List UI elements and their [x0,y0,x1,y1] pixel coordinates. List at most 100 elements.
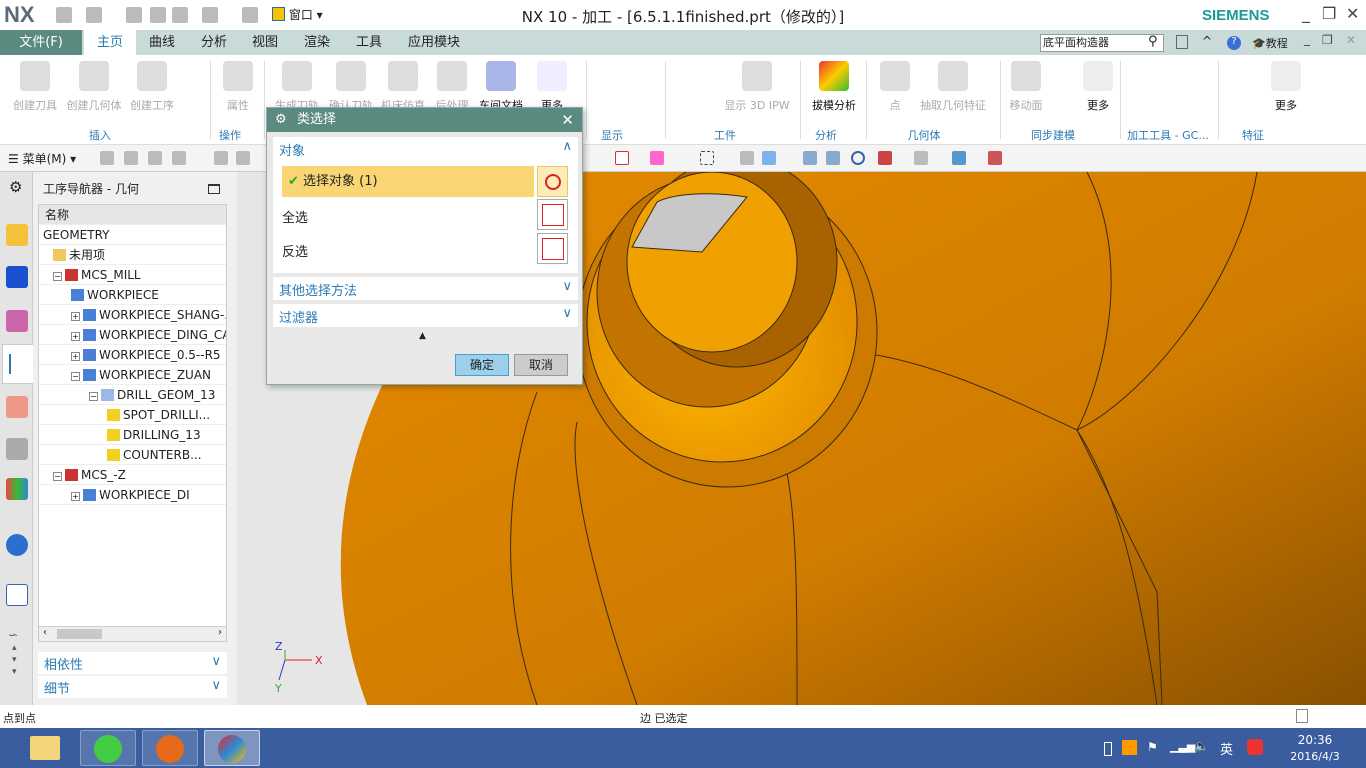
network-icon[interactable]: ▁▃▅ [1170,740,1195,753]
menu-button[interactable]: ☰ 菜单(M) ▾ [8,150,76,167]
tree-row[interactable]: − DRILL_GEOM_13 [39,385,226,405]
close-button[interactable]: ✕ [1346,4,1359,23]
tree-row[interactable]: − MCS_-Z [39,465,226,485]
doc-close-button[interactable]: ✕ [1346,33,1356,47]
tab-file[interactable]: 文件(F) [0,30,82,55]
action-center-icon[interactable]: ⚑ [1147,740,1158,754]
tab-application[interactable]: 应用模块 [404,30,464,55]
ok-button[interactable]: 确定 [455,354,509,376]
fullscreen-icon[interactable] [1176,35,1188,49]
tree-row[interactable]: + WORKPIECE_SHANG-... [39,305,226,325]
group-insert[interactable]: 插入 [60,127,140,143]
render-style-icon[interactable] [914,151,928,165]
doc-restore-button[interactable]: ❐ [1322,33,1333,47]
move-face-button[interactable]: 移动面 [1006,61,1046,113]
collapse-ribbon-icon[interactable]: ^ [1202,34,1212,48]
column-header-name[interactable]: 名称 [39,205,226,225]
orientation-icon[interactable] [952,151,966,165]
tab-home[interactable]: 主页 [84,30,136,55]
tree-row[interactable]: DRILLING_13 [39,425,226,445]
collapse-icon[interactable]: − [71,372,80,381]
collapse-icon[interactable]: − [53,272,62,281]
select-object-button[interactable] [537,166,568,197]
show-3d-ipw-button[interactable]: 显示 3D IPW [722,61,792,113]
rotate-icon[interactable] [851,151,865,165]
tab-analysis[interactable]: 分析 [194,30,234,55]
browser-360-icon[interactable] [80,730,136,766]
create-geometry-button[interactable]: 创建几何体 [64,61,124,113]
history-icon[interactable] [6,478,28,500]
group-geometry[interactable]: 几何体 [896,127,952,143]
restore-button[interactable]: ❐ [1322,4,1336,23]
expand-icon[interactable]: + [71,352,80,361]
rectangle-select-icon[interactable] [700,151,714,165]
section-header-object[interactable]: 对象 ∧ [273,137,578,162]
tab-view[interactable]: 视图 [245,30,285,55]
tree-row[interactable]: WORKPIECE [39,285,226,305]
expand-icon[interactable]: + [71,312,80,321]
doc-minimize-button[interactable]: _ [1304,32,1310,46]
generate-toolpath-button[interactable]: 生成刀轨 [272,61,322,113]
draft-analysis-button[interactable]: 拔模分析 [806,61,862,113]
create-tool-button[interactable]: 创建刀具 [10,61,60,113]
expand-icon[interactable]: + [71,332,80,341]
geometry-navigator-tab[interactable] [2,344,34,384]
tree-row[interactable]: + WORKPIECE_0.5--R5 [39,345,226,365]
tree-row[interactable]: + WORKPIECE_DI [39,485,226,505]
snap-icon[interactable] [236,151,250,165]
roles-icon[interactable]: ∽ [8,628,18,642]
tab-tools[interactable]: 工具 [349,30,389,55]
command-search-input[interactable]: 底平面构造器 [1040,34,1164,52]
expand-icon[interactable]: + [71,492,80,501]
snap-point-icon[interactable] [650,151,664,165]
group-operations[interactable]: 操作 [212,127,248,143]
file-explorer-icon[interactable] [18,730,74,766]
layout-icon[interactable] [878,151,892,165]
select-object-row[interactable]: ✔ 选择对象 (1) [282,166,534,197]
shop-docs-button[interactable]: 车间文档 [476,61,526,113]
view-cube-icon[interactable] [762,151,776,165]
create-operation-button[interactable]: 创建工序 [126,61,178,113]
other-methods-section[interactable]: 其他选择方法 ∨ [273,277,578,300]
zoom-icon[interactable] [826,151,840,165]
group-analysis[interactable]: 分析 [806,127,846,143]
shaded-icon[interactable] [740,151,754,165]
collapse-icon[interactable]: − [53,472,62,481]
verify-toolpath-button[interactable]: 确认刀轨 [326,61,376,113]
gear-icon[interactable]: ⚙ [275,108,287,132]
select-filter-icon[interactable] [100,151,114,165]
horizontal-scrollbar[interactable]: ‹ › [38,626,227,642]
more-sync-button[interactable]: 更多 [1078,61,1118,113]
method-navigator-icon[interactable] [6,310,28,332]
select-icon[interactable] [615,151,629,165]
tab-curve[interactable]: 曲线 [142,30,182,55]
tree-row[interactable]: − WORKPIECE_ZUAN [39,365,226,385]
edit-section-icon[interactable] [988,151,1002,165]
invert-selection-button[interactable] [537,233,568,264]
more-feature-button[interactable]: 更多 [1266,61,1306,113]
clock[interactable]: 20:36 2016/4/3 [1290,733,1340,763]
nx-taskbar-icon[interactable] [204,730,260,766]
group-sync-modeling[interactable]: 同步建模 [1018,127,1088,143]
tab-render[interactable]: 渲染 [297,30,337,55]
more-button[interactable]: 更多 [532,61,572,113]
program-order-navigator-icon[interactable] [6,266,28,288]
scroll-right-icon[interactable]: › [218,627,222,638]
help-icon[interactable]: ? [1227,36,1241,50]
group-workpiece[interactable]: 工件 [690,127,760,143]
snap-icon[interactable] [214,151,228,165]
select-filter-icon[interactable] [124,151,138,165]
dependencies-panel[interactable]: 相依性 ∨ [38,652,227,674]
point-button[interactable]: 点 [880,61,910,113]
extract-geometry-button[interactable]: 抽取几何特征 [916,61,990,113]
tree-row[interactable]: SPOT_DRILLI... [39,405,226,425]
maximize-icon[interactable] [208,184,220,194]
search-icon[interactable]: ⚲ [1148,34,1158,49]
sogou-icon[interactable] [1247,739,1263,755]
filter-section[interactable]: 过滤器 ∨ [273,304,578,327]
gear-icon[interactable]: ⚙ [9,178,22,196]
fullscreen-icon[interactable] [1296,709,1308,723]
reuse-library-icon[interactable] [6,438,28,460]
battery-icon[interactable] [1104,742,1112,756]
group-feature[interactable]: 特征 [1228,127,1278,143]
